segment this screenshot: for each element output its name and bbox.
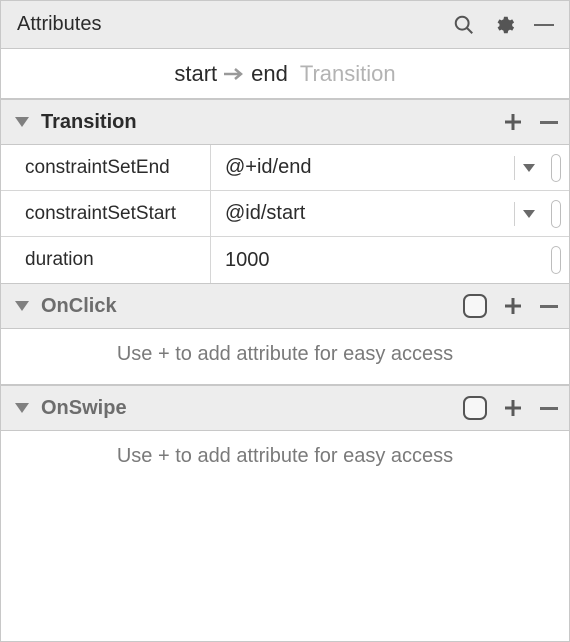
disclosure-triangle-icon (15, 403, 29, 413)
header-actions (451, 12, 557, 38)
attributes-table: constraintSetEnd @+id/end constraintSetS… (1, 145, 569, 283)
enable-checkbox[interactable] (463, 294, 487, 318)
attribute-value: @id/start (225, 202, 506, 225)
add-attribute-button[interactable] (503, 398, 523, 418)
empty-hint: Use + to add attribute for easy access (1, 431, 569, 641)
handle-icon[interactable] (551, 154, 561, 182)
attribute-value-cell[interactable]: @+id/end (211, 145, 569, 190)
breadcrumb-start: start (174, 61, 217, 87)
add-attribute-button[interactable] (503, 296, 523, 316)
breadcrumb: start end Transition (1, 49, 569, 99)
dropdown-button[interactable] (514, 156, 535, 180)
breadcrumb-type: Transition (300, 61, 396, 87)
section-title: OnClick (41, 295, 117, 318)
section-title: Transition (41, 111, 137, 134)
attribute-value: 1000 (225, 249, 535, 272)
empty-hint: Use + to add attribute for easy access (1, 329, 569, 385)
attribute-name: constraintSetEnd (1, 145, 211, 190)
remove-attribute-button[interactable] (539, 398, 559, 418)
section-header-transition[interactable]: Transition (1, 99, 569, 145)
breadcrumb-end: end (251, 61, 288, 87)
table-row: constraintSetEnd @+id/end (1, 145, 569, 191)
add-attribute-button[interactable] (503, 112, 523, 132)
handle-icon[interactable] (551, 200, 561, 228)
disclosure-triangle-icon (15, 301, 29, 311)
panel-title: Attributes (17, 13, 451, 36)
enable-checkbox[interactable] (463, 396, 487, 420)
search-icon[interactable] (451, 12, 477, 38)
chevron-down-icon (523, 164, 535, 172)
handle-icon[interactable] (551, 246, 561, 274)
dropdown-button[interactable] (514, 202, 535, 226)
attribute-name: duration (1, 237, 211, 283)
minimize-icon[interactable] (531, 12, 557, 38)
arrow-right-icon (223, 66, 245, 82)
remove-attribute-button[interactable] (539, 296, 559, 316)
section-header-onswipe[interactable]: OnSwipe (1, 385, 569, 431)
disclosure-triangle-icon (15, 117, 29, 127)
section-title: OnSwipe (41, 397, 127, 420)
chevron-down-icon (523, 210, 535, 218)
attributes-panel: Attributes start end Transition (0, 0, 570, 642)
attribute-value-cell[interactable]: @id/start (211, 191, 569, 236)
attribute-value-cell[interactable]: 1000 (211, 237, 569, 283)
panel-header: Attributes (1, 1, 569, 49)
remove-attribute-button[interactable] (539, 112, 559, 132)
table-row: constraintSetStart @id/start (1, 191, 569, 237)
table-row: duration 1000 (1, 237, 569, 283)
section-header-onclick[interactable]: OnClick (1, 283, 569, 329)
attribute-value: @+id/end (225, 156, 506, 179)
attribute-name: constraintSetStart (1, 191, 211, 236)
gear-icon[interactable] (491, 12, 517, 38)
